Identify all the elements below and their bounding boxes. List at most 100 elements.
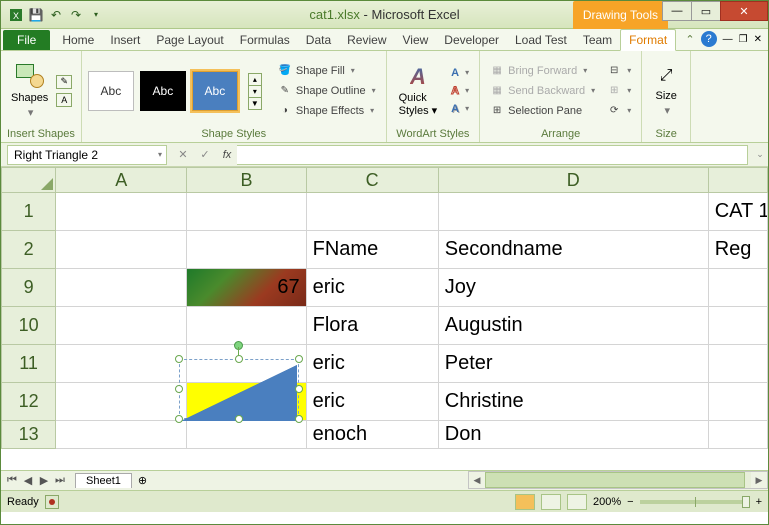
cell[interactable]: [56, 345, 187, 383]
minimize-button[interactable]: —: [662, 1, 692, 21]
cell[interactable]: [709, 269, 768, 307]
cell[interactable]: Flora: [307, 307, 439, 345]
cell[interactable]: [307, 193, 439, 231]
undo-icon[interactable]: ↶: [47, 6, 65, 24]
cell[interactable]: Reg: [709, 231, 768, 269]
cell[interactable]: [709, 345, 768, 383]
cell[interactable]: [187, 307, 306, 345]
maximize-button[interactable]: ▭: [691, 1, 721, 21]
group-button[interactable]: ⊞▾: [603, 82, 635, 100]
align-button[interactable]: ⊟▾: [603, 62, 635, 80]
cell[interactable]: [709, 307, 768, 345]
send-backward-button[interactable]: ▦Send Backward▾: [486, 82, 599, 100]
horizontal-scrollbar[interactable]: ◀ ▶: [468, 471, 768, 489]
cell[interactable]: [439, 193, 709, 231]
style-gallery[interactable]: Abc Abc Abc ▴▾▼: [88, 71, 262, 111]
style-swatch-white[interactable]: Abc: [88, 71, 134, 111]
text-box-icon[interactable]: A: [56, 93, 72, 107]
normal-view-button[interactable]: [515, 494, 535, 510]
style-swatch-blue[interactable]: Abc: [192, 71, 238, 111]
workbook-minimize-icon[interactable]: —: [723, 34, 733, 45]
save-icon[interactable]: 💾: [27, 6, 45, 24]
cell[interactable]: eric: [307, 269, 439, 307]
first-sheet-icon[interactable]: ⏮: [5, 474, 19, 487]
tab-review[interactable]: Review: [339, 30, 394, 50]
quick-styles-button[interactable]: A QuickStyles ▾: [393, 60, 444, 121]
cell[interactable]: Peter: [439, 345, 709, 383]
zoom-in-icon[interactable]: +: [756, 496, 762, 508]
gallery-more[interactable]: ▴▾▼: [248, 73, 262, 109]
shape-effects-button[interactable]: ◑Shape Effects▾: [274, 102, 380, 120]
scroll-thumb[interactable]: [485, 472, 745, 488]
edit-shape-icon[interactable]: ✎: [56, 75, 72, 89]
row-header[interactable]: 13: [1, 421, 56, 449]
col-header-a[interactable]: A: [56, 167, 187, 193]
col-header-b[interactable]: B: [187, 167, 306, 193]
text-effects-button[interactable]: A▾: [447, 101, 473, 117]
tab-insert[interactable]: Insert: [102, 30, 148, 50]
cell[interactable]: Augustin: [439, 307, 709, 345]
col-header-c[interactable]: C: [307, 167, 439, 193]
minimize-ribbon-icon[interactable]: ⌃: [685, 33, 694, 46]
cell[interactable]: [709, 421, 768, 449]
rotate-button[interactable]: ⟳▾: [603, 102, 635, 120]
excel-icon[interactable]: X: [7, 6, 25, 24]
row-header[interactable]: 12: [1, 383, 56, 421]
page-break-view-button[interactable]: [567, 494, 587, 510]
cell[interactable]: FName: [307, 231, 439, 269]
selection-pane-button[interactable]: ⊞Selection Pane: [486, 102, 599, 120]
file-tab[interactable]: File: [3, 30, 50, 50]
prev-sheet-icon[interactable]: ◀: [21, 474, 35, 487]
style-swatch-black[interactable]: Abc: [140, 71, 186, 111]
cell[interactable]: eric: [307, 345, 439, 383]
tab-page-layout[interactable]: Page Layout: [148, 30, 231, 50]
select-all-button[interactable]: [1, 167, 56, 193]
page-layout-view-button[interactable]: [541, 494, 561, 510]
text-fill-button[interactable]: A▾: [447, 65, 473, 81]
cell[interactable]: Joy: [439, 269, 709, 307]
cell[interactable]: Secondname: [439, 231, 709, 269]
shape-outline-button[interactable]: ✎Shape Outline▾: [274, 82, 380, 100]
cell[interactable]: CAT 1: [709, 193, 768, 231]
close-button[interactable]: ✕: [720, 1, 768, 21]
name-box[interactable]: Right Triangle 2▾: [7, 145, 167, 165]
cell[interactable]: [56, 307, 187, 345]
tab-team[interactable]: Team: [575, 30, 620, 50]
zoom-level[interactable]: 200%: [593, 496, 621, 508]
tab-view[interactable]: View: [395, 30, 437, 50]
tab-format[interactable]: Format: [620, 29, 676, 51]
shape-fill-button[interactable]: 🪣Shape Fill▾: [274, 62, 380, 80]
zoom-slider[interactable]: [640, 500, 750, 504]
scroll-left-icon[interactable]: ◀: [469, 472, 485, 488]
cell[interactable]: [187, 421, 306, 449]
shapes-button[interactable]: Shapes ▾: [7, 58, 52, 123]
enter-icon[interactable]: ✓: [195, 146, 215, 164]
col-header-d[interactable]: D: [439, 167, 709, 193]
cell[interactable]: [56, 193, 187, 231]
cell[interactable]: eric: [307, 383, 439, 421]
workbook-close-icon[interactable]: ✕: [754, 34, 762, 45]
row-header[interactable]: 11: [1, 345, 56, 383]
cell[interactable]: Don: [439, 421, 709, 449]
row-header[interactable]: 1: [1, 193, 56, 231]
workbook-restore-icon[interactable]: ❐: [739, 34, 748, 45]
row-header[interactable]: 9: [1, 269, 56, 307]
row-header[interactable]: 10: [1, 307, 56, 345]
expand-formula-bar-icon[interactable]: ⌄: [752, 149, 768, 160]
cell[interactable]: enoch: [307, 421, 439, 449]
cell[interactable]: [187, 345, 306, 383]
cell[interactable]: Christine: [439, 383, 709, 421]
formula-input[interactable]: [237, 145, 748, 165]
cancel-icon[interactable]: ✕: [173, 146, 193, 164]
qat-customize-icon[interactable]: ▾: [87, 6, 105, 24]
tab-developer[interactable]: Developer: [436, 30, 507, 50]
size-button[interactable]: ⤢ Size ▾: [648, 60, 684, 121]
redo-icon[interactable]: ↷: [67, 6, 85, 24]
cell[interactable]: [187, 231, 306, 269]
cell[interactable]: [187, 193, 306, 231]
row-header[interactable]: 2: [1, 231, 56, 269]
help-icon[interactable]: ?: [701, 31, 717, 47]
tab-data[interactable]: Data: [298, 30, 339, 50]
last-sheet-icon[interactable]: ⏭: [53, 474, 67, 487]
tab-home[interactable]: Home: [54, 30, 102, 50]
